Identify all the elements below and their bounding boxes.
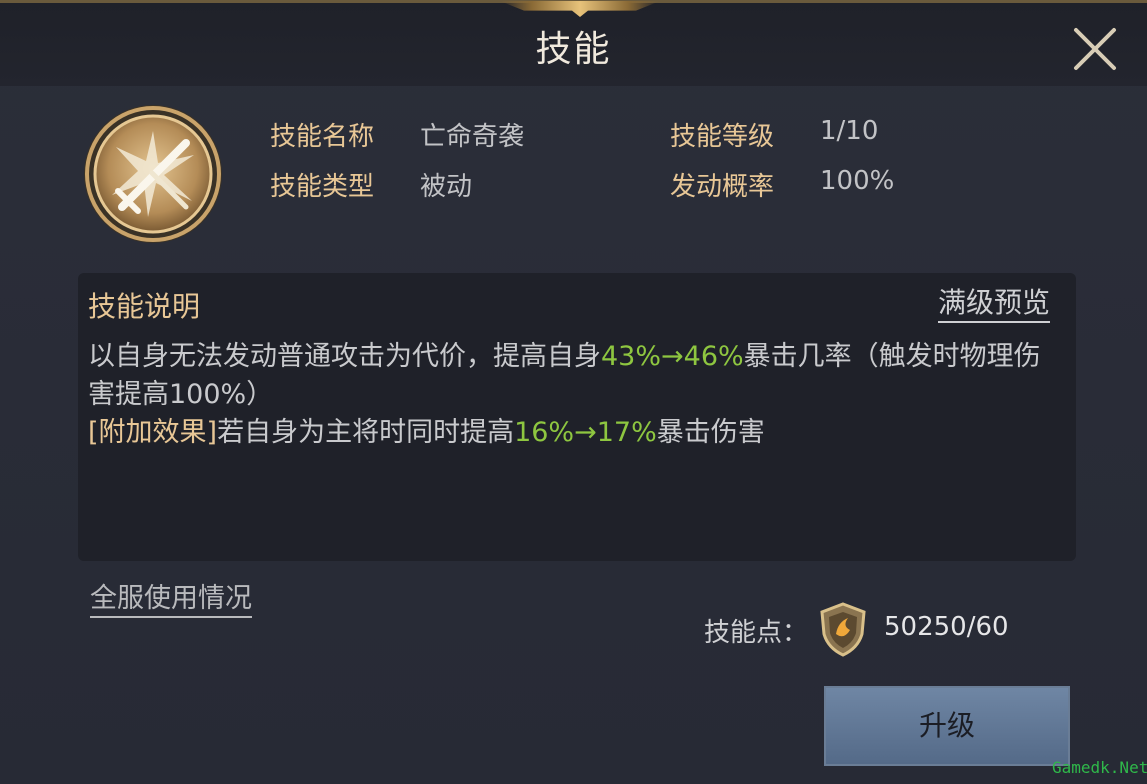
skill-level-label: 技能等级: [670, 122, 775, 152]
desc-line1-a: 以自身无法发动普通攻击为代价，提高自身: [88, 341, 601, 372]
desc-line2-b: 暴击伤害: [656, 417, 765, 448]
description-text: 以自身无法发动普通攻击为代价，提高自身43%→46%暴击几率（触发时物理伤害提高…: [88, 338, 1058, 452]
skill-panel: 技能 技能名称 亡命奇袭 技能等级 1/10 技能类型 被动 发动概率 100%…: [0, 0, 1147, 784]
extra-effect-tag: [附加效果]: [88, 417, 218, 448]
skill-points-value: 50250/60: [884, 612, 1009, 642]
skill-type-label: 技能类型: [270, 172, 375, 202]
skill-type-value: 被动: [420, 172, 473, 202]
skill-points-label: 技能点：: [704, 618, 809, 648]
skill-level-value: 1/10: [820, 116, 879, 146]
crossed-swords-icon: [82, 103, 224, 245]
trigger-rate-label: 发动概率: [670, 172, 775, 202]
top-ornament: [500, 1, 660, 17]
page-title: 技能: [535, 29, 612, 70]
upgrade-button[interactable]: 升级: [824, 686, 1070, 766]
crit-damage-value: 16%→17%: [514, 417, 657, 448]
description-heading: 技能说明: [88, 290, 201, 323]
watermark: Gamedk.Net: [1052, 758, 1147, 777]
shield-icon: [814, 600, 872, 658]
server-usage-link[interactable]: 全服使用情况: [90, 582, 252, 618]
close-icon: [1074, 28, 1116, 70]
close-button[interactable]: [1066, 20, 1124, 78]
skill-name-label: 技能名称: [270, 122, 375, 152]
trigger-rate-value: 100%: [820, 166, 895, 196]
skill-name-value: 亡命奇袭: [420, 122, 525, 152]
desc-line2-a: 若自身为主将时同时提高: [217, 417, 515, 448]
crit-rate-value: 43%→46%: [601, 341, 744, 372]
max-level-preview-link[interactable]: 满级预览: [938, 285, 1051, 323]
